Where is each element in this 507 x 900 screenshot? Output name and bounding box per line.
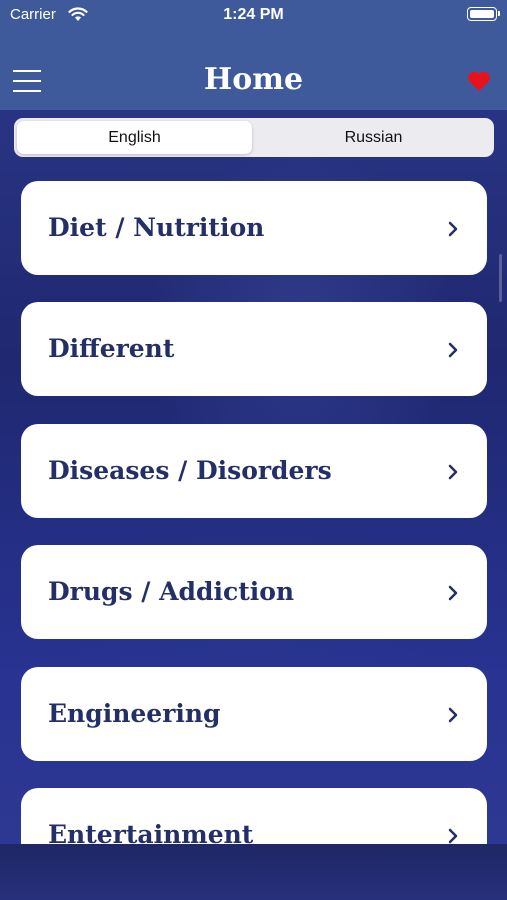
category-card[interactable]: Different	[21, 302, 487, 396]
page-title: Home	[203, 62, 304, 97]
segment-english[interactable]: English	[17, 121, 252, 154]
chevron-right-icon	[448, 585, 458, 601]
status-time: 1:24 PM	[223, 6, 284, 23]
scroll-indicator[interactable]	[499, 254, 502, 302]
category-label: Engineering	[48, 699, 221, 728]
segment-russian[interactable]: Russian	[256, 121, 491, 154]
category-label: Entertainment	[48, 820, 254, 844]
category-label: Diseases / Disorders	[48, 456, 332, 485]
language-segmented-control: English Russian	[14, 118, 494, 157]
status-bar: Carrier 1:24 PM	[0, 0, 507, 30]
battery-icon	[467, 7, 500, 21]
chevron-right-icon	[448, 464, 458, 480]
category-card[interactable]: Entertainment	[21, 788, 487, 844]
chevron-right-icon	[448, 342, 458, 358]
chevron-right-icon	[448, 828, 458, 844]
category-label: Diet / Nutrition	[48, 213, 265, 242]
category-label: Drugs / Addiction	[48, 577, 295, 606]
navigation-header: Carrier 1:24 PM Home	[0, 0, 507, 110]
heart-icon	[468, 71, 490, 91]
favorites-button[interactable]	[467, 70, 491, 92]
chevron-right-icon	[448, 707, 458, 723]
category-card[interactable]: Diet / Nutrition	[21, 181, 487, 275]
chevron-right-icon	[448, 221, 458, 237]
category-card[interactable]: Diseases / Disorders	[21, 424, 487, 518]
category-card[interactable]: Drugs / Addiction	[21, 545, 487, 639]
category-card[interactable]: Engineering	[21, 667, 487, 761]
category-label: Different	[48, 334, 175, 363]
category-list[interactable]: Diet / Nutrition Different Diseases / Di…	[0, 181, 507, 844]
bottom-bar	[0, 844, 507, 900]
